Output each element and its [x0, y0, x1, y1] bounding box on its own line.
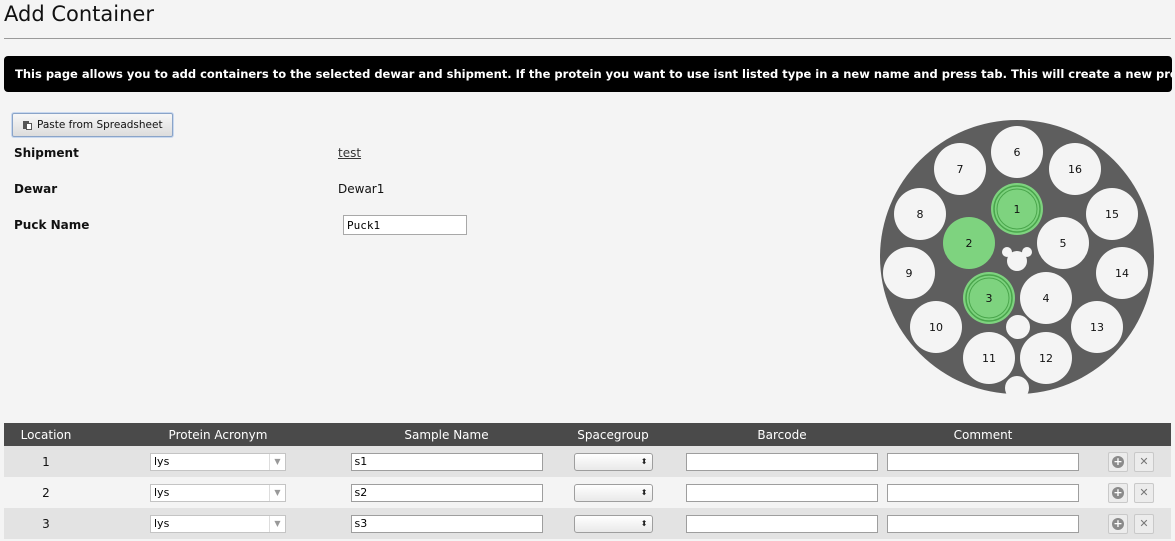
puck-hole — [1006, 315, 1030, 339]
col-header-actions — [1083, 423, 1171, 446]
add-row-button[interactable]: + — [1108, 451, 1128, 472]
puck-slot-label-5: 5 — [1060, 237, 1067, 250]
sample-name-input[interactable] — [350, 452, 543, 471]
table-row: 2 ▼ ⬍ + ✕ — [4, 477, 1171, 508]
protein-acronym-input[interactable] — [151, 515, 269, 532]
sample-name-input[interactable] — [350, 514, 543, 533]
puck-slot-label-4: 4 — [1043, 292, 1050, 305]
select-arrows-icon: ⬍ — [640, 457, 648, 466]
plus-circle-icon: + — [1112, 454, 1124, 468]
close-icon: ✕ — [1139, 517, 1149, 530]
sample-table: Location Protein Acronym Sample Name Spa… — [4, 423, 1171, 539]
col-header-sample-name: Sample Name — [348, 423, 545, 446]
paste-from-spreadsheet-button[interactable]: Paste from Spreadsheet — [12, 113, 173, 137]
protein-combo[interactable]: ▼ — [150, 452, 286, 471]
location-cell: 2 — [4, 477, 88, 508]
location-cell: 3 — [4, 508, 88, 539]
puck-diagram: 123 4567891011 1213141516 — [880, 120, 1154, 394]
col-header-comment: Comment — [883, 423, 1083, 446]
add-row-button[interactable]: + — [1108, 513, 1128, 534]
paste-button-label: Paste from Spreadsheet — [37, 119, 163, 131]
sample-name-input[interactable] — [350, 483, 543, 502]
spacegroup-select[interactable]: ⬍ — [573, 514, 653, 533]
puck-slot-label-3: 3 — [986, 292, 993, 305]
spacegroup-select[interactable]: ⬍ — [573, 483, 653, 502]
table-row: 1 ▼ ⬍ + ✕ — [4, 446, 1171, 477]
puck-slot-label-1: 1 — [1014, 203, 1021, 216]
puck-slot-label-6: 6 — [1014, 146, 1021, 159]
spacegroup-select[interactable]: ⬍ — [573, 452, 653, 471]
table-header-row: Location Protein Acronym Sample Name Spa… — [4, 423, 1171, 446]
close-icon: ✕ — [1139, 486, 1149, 499]
paste-icon — [23, 120, 33, 130]
col-header-location: Location — [4, 423, 88, 446]
comment-input[interactable] — [887, 514, 1079, 533]
title-divider — [4, 38, 1171, 39]
protein-combo[interactable]: ▼ — [150, 483, 286, 502]
shipment-link[interactable]: test — [338, 146, 361, 160]
puck-slot-label-14: 14 — [1115, 267, 1129, 280]
comment-input[interactable] — [887, 483, 1079, 502]
col-header-protein-acronym: Protein Acronym — [88, 423, 348, 446]
puck-slot-label-8: 8 — [917, 208, 924, 221]
puck-slot-label-10: 10 — [929, 321, 943, 334]
page-title: Add Container — [4, 2, 154, 26]
dewar-label: Dewar — [14, 182, 58, 196]
puck-slot-label-13: 13 — [1090, 321, 1104, 334]
dewar-value: Dewar1 — [338, 182, 385, 196]
puck-center-ear — [1002, 247, 1012, 257]
barcode-input[interactable] — [686, 452, 878, 471]
select-arrows-icon: ⬍ — [640, 488, 648, 497]
chevron-down-icon[interactable]: ▼ — [269, 515, 285, 532]
chevron-down-icon[interactable]: ▼ — [269, 484, 285, 501]
plus-circle-icon: + — [1112, 516, 1124, 530]
location-cell: 1 — [4, 446, 88, 477]
info-banner: This page allows you to add containers t… — [4, 56, 1172, 92]
close-icon: ✕ — [1139, 455, 1149, 468]
col-header-barcode: Barcode — [681, 423, 883, 446]
barcode-input[interactable] — [686, 514, 878, 533]
puck-name-input[interactable] — [343, 215, 467, 235]
remove-row-button[interactable]: ✕ — [1134, 513, 1154, 534]
chevron-down-icon[interactable]: ▼ — [269, 453, 285, 470]
select-arrows-icon: ⬍ — [640, 519, 648, 528]
col-header-spacegroup: Spacegroup — [545, 423, 681, 446]
table-row: 3 ▼ ⬍ + ✕ — [4, 508, 1171, 539]
puck-slot-label-11: 11 — [982, 352, 996, 365]
add-row-button[interactable]: + — [1108, 482, 1128, 503]
puck-slot-label-2: 2 — [966, 237, 973, 250]
barcode-input[interactable] — [686, 483, 878, 502]
remove-row-button[interactable]: ✕ — [1134, 482, 1154, 503]
puck-slot-label-7: 7 — [957, 163, 964, 176]
puck-center-ear — [1022, 247, 1032, 257]
shipment-label: Shipment — [14, 146, 79, 160]
puck-slot-label-16: 16 — [1068, 163, 1082, 176]
protein-acronym-input[interactable] — [151, 453, 269, 470]
comment-input[interactable] — [887, 452, 1079, 471]
protein-acronym-input[interactable] — [151, 484, 269, 501]
puck-slot-label-15: 15 — [1105, 208, 1119, 221]
protein-combo[interactable]: ▼ — [150, 514, 286, 533]
puck-slot-label-9: 9 — [906, 267, 913, 280]
puck-name-label: Puck Name — [14, 218, 90, 232]
plus-circle-icon: + — [1112, 485, 1124, 499]
remove-row-button[interactable]: ✕ — [1134, 451, 1154, 472]
puck-slot-label-12: 12 — [1039, 352, 1053, 365]
